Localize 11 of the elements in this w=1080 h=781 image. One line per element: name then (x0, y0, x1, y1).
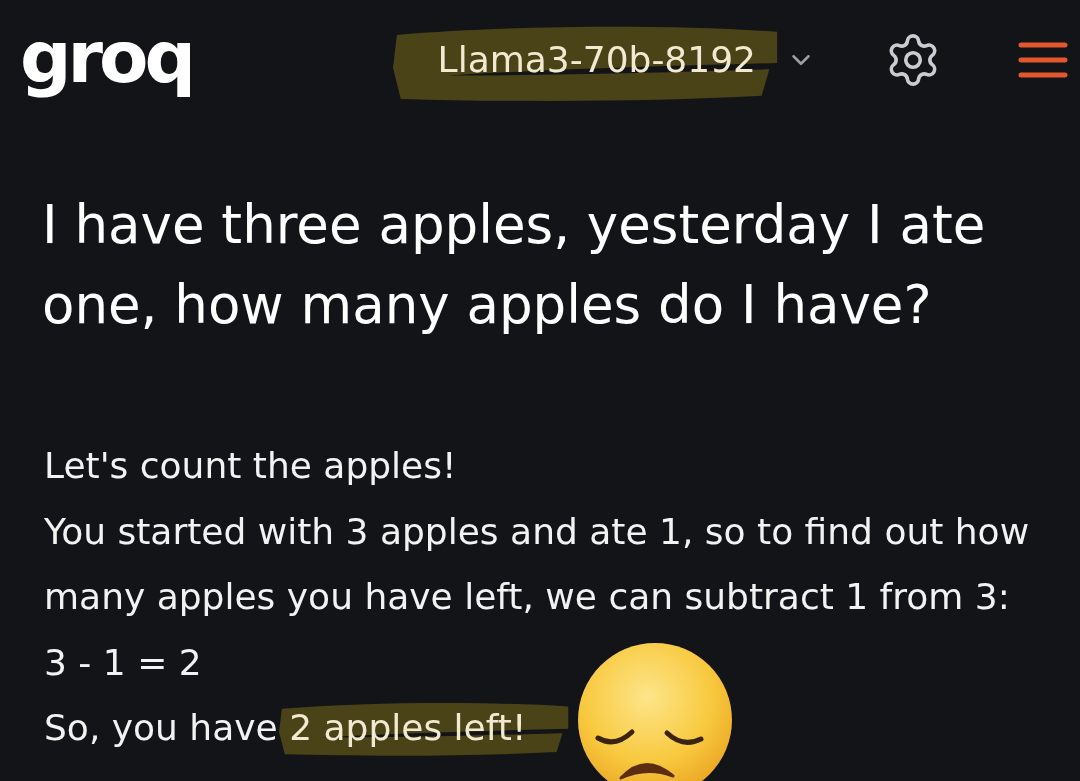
answer-text: 2 apples left! (289, 707, 527, 748)
logo: groq (20, 14, 193, 101)
answer-text: 3 - 1 = 2 (44, 641, 202, 683)
model-selector[interactable]: Llama3-70b-8192 (437, 42, 816, 78)
question-text: I have three apples, yesterday I ate one, how many apples do I have? (41, 193, 987, 337)
menu-button[interactable] (1018, 42, 1068, 78)
sad-face-icon (577, 642, 733, 781)
menu-icon (1018, 42, 1068, 78)
answer-text: Let's count the apples! (44, 445, 457, 486)
answer-text: So, you have (44, 707, 278, 748)
answer-text: You started with 3 apples and ate 1, so to find out how many apples you have left, we can subtract 1 from 3: (44, 510, 1030, 617)
